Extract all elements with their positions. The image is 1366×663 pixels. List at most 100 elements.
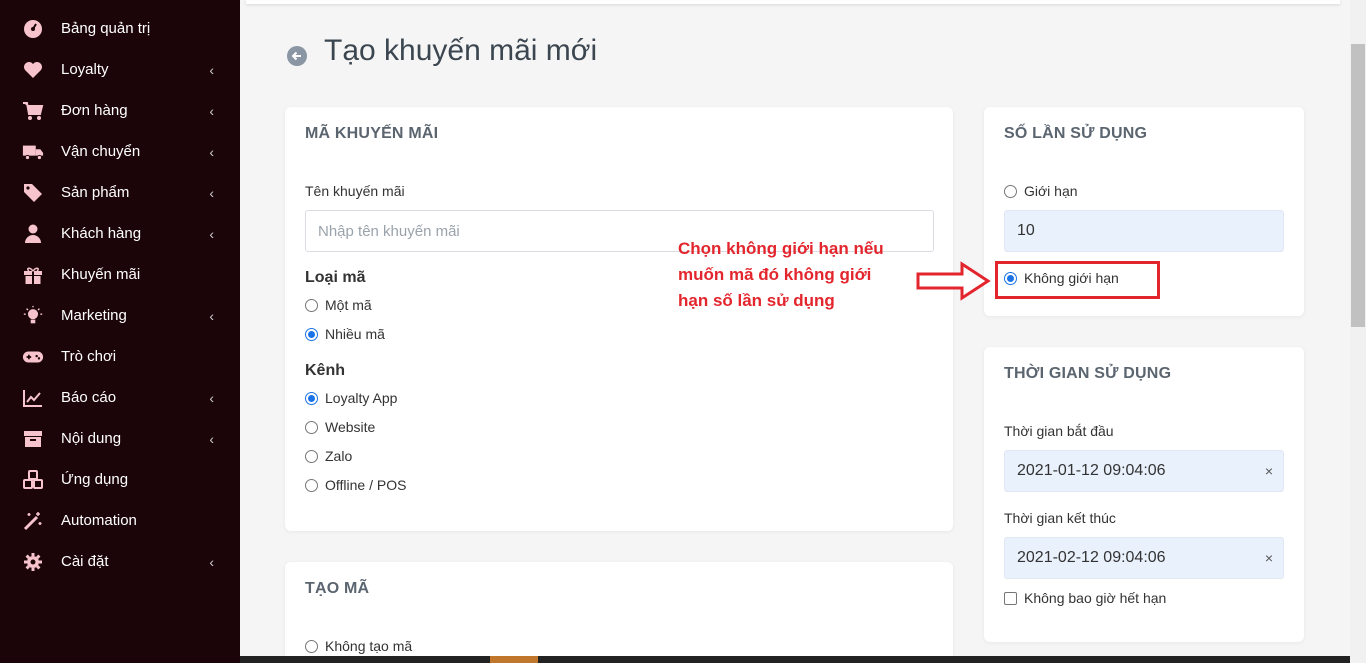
- chevron-left-icon: ‹: [209, 184, 214, 201]
- user-icon: [22, 223, 44, 245]
- radio-label: Một mã: [325, 297, 372, 313]
- sidebar-item-loyalty[interactable]: Loyalty ‹: [0, 49, 240, 90]
- clear-icon[interactable]: ×: [1265, 463, 1273, 479]
- radio-button[interactable]: [305, 391, 318, 405]
- usage-limit-value: 10: [1017, 222, 1035, 239]
- bottom-bar: [240, 656, 1350, 663]
- sidebar-item-label: Sản phẩm: [61, 184, 130, 201]
- radio-label: Offline / POS: [325, 477, 407, 493]
- heart-icon: [22, 59, 44, 81]
- code-type-single-radio[interactable]: Một mã: [305, 297, 372, 313]
- start-time-label: Thời gian bắt đầu: [1004, 423, 1114, 439]
- usage-time-card: THỜI GIAN SỬ DỤNG Thời gian bắt đầu 2021…: [984, 347, 1304, 642]
- main-content: Tạo khuyến mãi mới MÃ KHUYẾN MÃI Tên khu…: [240, 0, 1350, 663]
- chevron-left-icon: ‹: [209, 389, 214, 406]
- sidebar-item-label: Đơn hàng: [61, 102, 128, 119]
- gear-icon: [22, 551, 44, 573]
- archive-icon: [22, 428, 44, 450]
- annotation-line: muốn mã đó không giới: [678, 265, 872, 284]
- chevron-left-icon: ‹: [209, 430, 214, 447]
- channel-label: Kênh: [305, 362, 345, 379]
- radio-button[interactable]: [1004, 184, 1017, 198]
- dashboard-icon: [22, 18, 44, 40]
- gamepad-icon: [22, 346, 44, 368]
- sidebar-item-automation[interactable]: Automation: [0, 500, 240, 541]
- end-time-value: 2021-02-12 09:04:06: [1017, 549, 1166, 566]
- never-expire-checkbox[interactable]: Không bao giờ hết hạn: [1004, 590, 1166, 606]
- start-time-value: 2021-01-12 09:04:06: [1017, 462, 1166, 479]
- chevron-left-icon: ‹: [209, 102, 214, 119]
- clear-icon[interactable]: ×: [1265, 550, 1273, 566]
- sidebar-item-label: Loyalty: [61, 61, 109, 78]
- sidebar: Bảng quản trị Loyalty ‹ Đơn hàng ‹ Vận c…: [0, 0, 240, 663]
- chevron-left-icon: ‹: [209, 553, 214, 570]
- sidebar-item-label: Marketing: [61, 307, 127, 324]
- radio-label: Loyalty App: [325, 390, 398, 406]
- sidebar-item-games[interactable]: Trò chơi: [0, 336, 240, 377]
- radio-button[interactable]: [305, 449, 318, 463]
- sidebar-item-label: Automation: [61, 512, 137, 529]
- channel-loyalty-app-radio[interactable]: Loyalty App: [305, 390, 397, 406]
- sidebar-item-label: Báo cáo: [61, 389, 117, 406]
- code-type-multiple-radio[interactable]: Nhiều mã: [305, 326, 385, 342]
- start-time-input[interactable]: 2021-01-12 09:04:06 ×: [1004, 450, 1284, 492]
- generate-code-card: TẠO MÃ Không tạo mã: [285, 562, 953, 663]
- radio-label: Website: [325, 419, 376, 435]
- channel-zalo-radio[interactable]: Zalo: [305, 448, 352, 464]
- radio-button[interactable]: [305, 298, 318, 312]
- no-generate-radio[interactable]: Không tạo mã: [305, 638, 412, 654]
- usage-limit-input[interactable]: 10: [1004, 210, 1284, 252]
- back-arrow-icon[interactable]: [287, 46, 307, 66]
- checkbox[interactable]: [1004, 591, 1017, 605]
- radio-button[interactable]: [305, 639, 318, 653]
- annotation-line: hạn số lần sử dụng: [678, 291, 835, 310]
- chart-line-icon: [22, 387, 44, 409]
- card-title: MÃ KHUYẾN MÃI: [305, 125, 439, 142]
- radio-button[interactable]: [305, 420, 318, 434]
- code-type-label: Loại mã: [305, 269, 366, 286]
- limited-radio[interactable]: Giới hạn: [1004, 183, 1078, 199]
- sidebar-item-label: Bảng quản trị: [61, 20, 151, 37]
- sidebar-item-dashboard[interactable]: Bảng quản trị: [0, 8, 240, 49]
- card-title: SỐ LẦN SỬ DỤNG: [1004, 125, 1148, 142]
- sidebar-item-settings[interactable]: Cài đặt ‹: [0, 541, 240, 582]
- sidebar-item-label: Khuyến mãi: [61, 266, 141, 283]
- end-time-input[interactable]: 2021-02-12 09:04:06 ×: [1004, 537, 1284, 579]
- promo-name-placeholder: Nhập tên khuyến mãi: [318, 222, 460, 240]
- card-title: TẠO MÃ: [305, 580, 370, 597]
- sidebar-item-shipping[interactable]: Vận chuyển ‹: [0, 131, 240, 172]
- sidebar-item-label: Ứng dụng: [61, 471, 129, 488]
- sidebar-item-label: Nội dung: [61, 430, 122, 447]
- chevron-left-icon: ‹: [209, 143, 214, 160]
- channel-offline-pos-radio[interactable]: Offline / POS: [305, 477, 406, 493]
- chevron-left-icon: ‹: [209, 225, 214, 242]
- radio-button[interactable]: [305, 478, 318, 492]
- tag-icon: [22, 182, 44, 204]
- sidebar-item-content[interactable]: Nội dung ‹: [0, 418, 240, 459]
- radio-label: Nhiều mã: [325, 326, 385, 342]
- card-title: THỜI GIAN SỬ DỤNG: [1004, 365, 1172, 382]
- sidebar-item-apps[interactable]: Ứng dụng: [0, 459, 240, 500]
- chevron-left-icon: ‹: [209, 307, 214, 324]
- promo-name-label: Tên khuyến mãi: [305, 183, 405, 199]
- sidebar-item-customers[interactable]: Khách hàng ‹: [0, 213, 240, 254]
- sidebar-item-marketing[interactable]: Marketing ‹: [0, 295, 240, 336]
- cart-icon: [22, 100, 44, 122]
- sidebar-item-products[interactable]: Sản phẩm ‹: [0, 172, 240, 213]
- promo-code-card: MÃ KHUYẾN MÃI Tên khuyến mãi Nhập tên kh…: [285, 107, 953, 531]
- radio-label: Không tạo mã: [325, 638, 413, 654]
- lightbulb-icon: [22, 305, 44, 327]
- scrollbar-thumb[interactable]: [1351, 44, 1365, 327]
- truck-icon: [22, 141, 44, 163]
- sidebar-item-reports[interactable]: Báo cáo ‹: [0, 377, 240, 418]
- chevron-left-icon: ‹: [209, 61, 214, 78]
- sidebar-item-promotions[interactable]: Khuyến mãi: [0, 254, 240, 295]
- sidebar-item-label: Vận chuyển: [61, 143, 141, 160]
- checkbox-label: Không bao giờ hết hạn: [1024, 590, 1167, 606]
- bottom-accent: [490, 656, 538, 663]
- sidebar-item-orders[interactable]: Đơn hàng ‹: [0, 90, 240, 131]
- channel-website-radio[interactable]: Website: [305, 419, 375, 435]
- annotation-line: Chọn không giới hạn nếu: [678, 239, 884, 258]
- radio-button[interactable]: [305, 327, 318, 341]
- sidebar-item-label: Cài đặt: [61, 553, 109, 570]
